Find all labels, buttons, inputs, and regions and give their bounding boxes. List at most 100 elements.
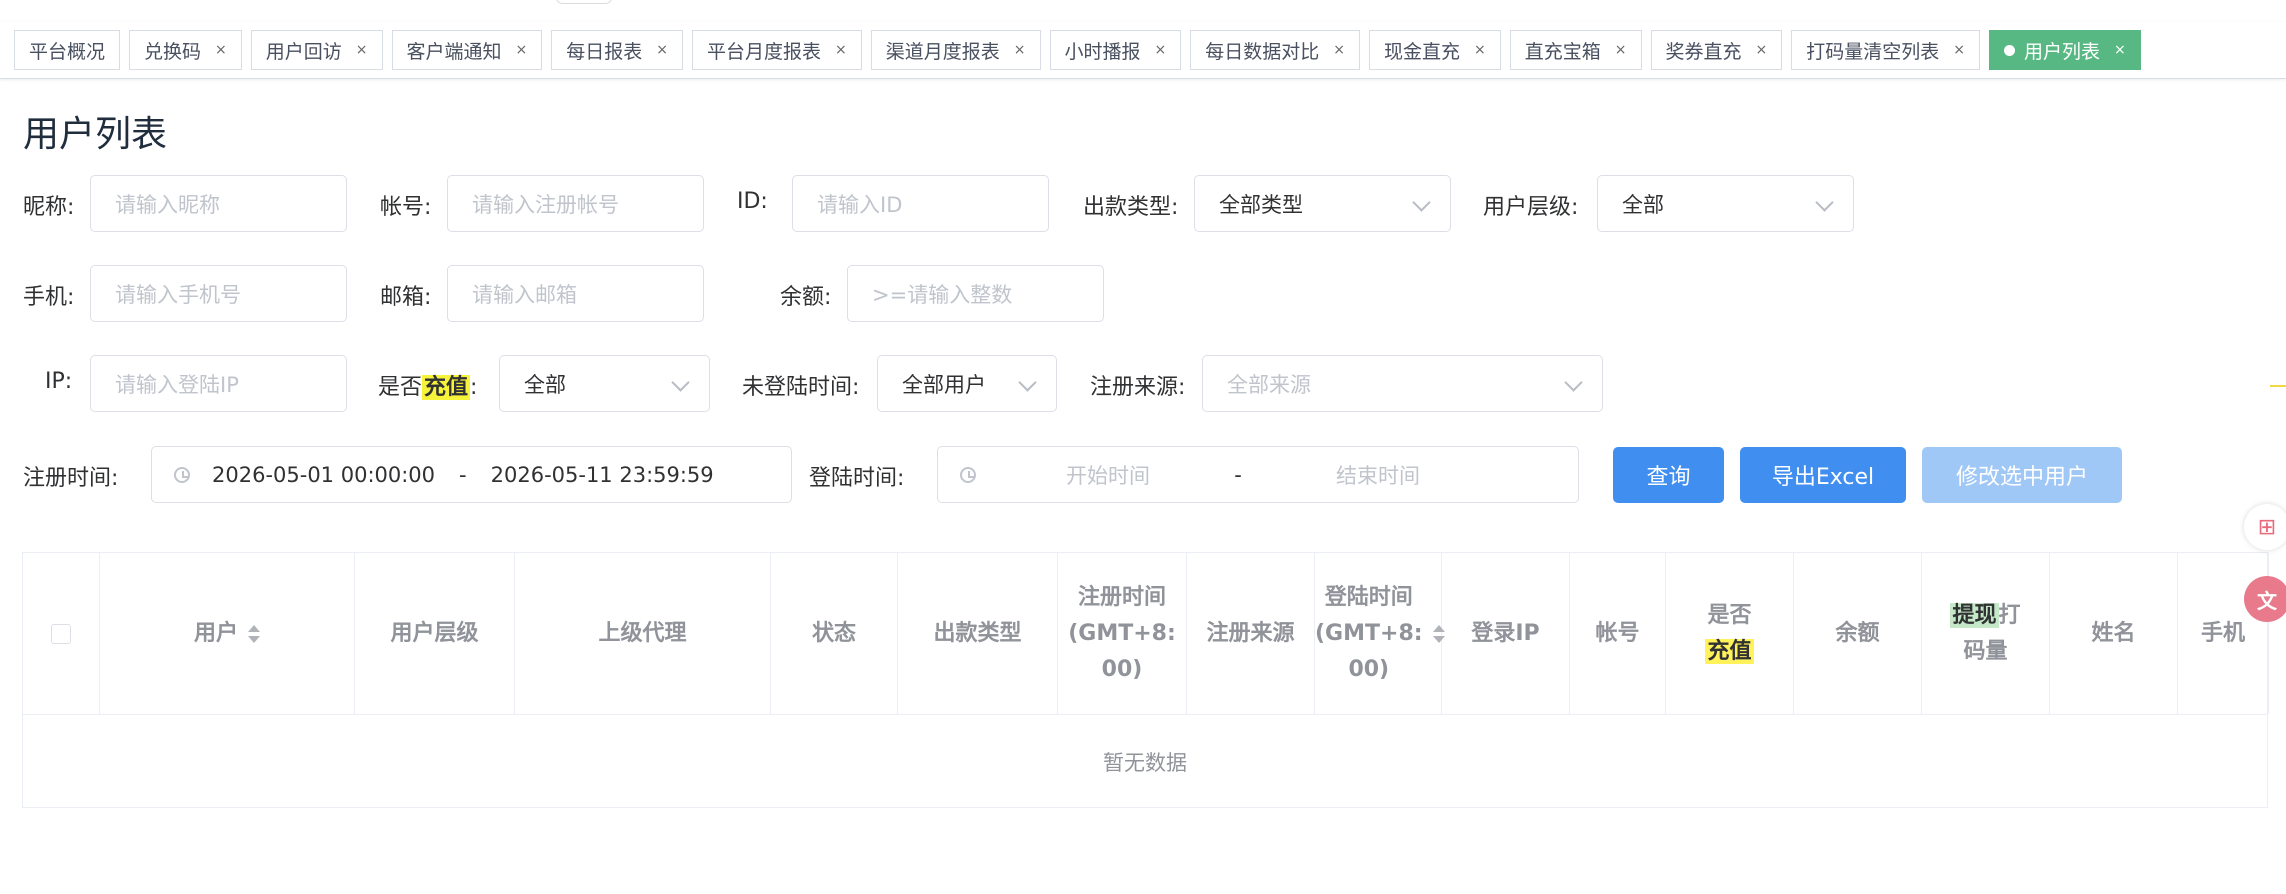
edge-marker (2270, 385, 2286, 387)
column-header-label: 登陆时间 (GMT+8: 00) (1315, 580, 1423, 688)
column-header-text: 姓名 (2091, 620, 2136, 646)
tab-tag[interactable]: 每日数据对比 × (1190, 30, 1361, 70)
column-header-label: 注册时间 (GMT+8: 00) (1068, 580, 1176, 688)
select-all-column (23, 553, 100, 714)
column-header-label: 提现打 码量 (1950, 598, 2021, 670)
tab-tag[interactable]: 平台月度报表 × (692, 30, 862, 70)
close-icon[interactable]: × (2114, 42, 2126, 58)
clock-icon (960, 466, 976, 483)
top-bar (0, 0, 2286, 23)
tab-tag[interactable]: 每日报表 × (551, 30, 684, 70)
account-label: 帐号: (380, 195, 432, 220)
column-header: 注册时间 (GMT+8: 00) (1058, 553, 1187, 714)
column-header-text: 帐号 (1595, 620, 1640, 646)
sort-caret-icon[interactable] (248, 624, 260, 643)
user-level-select[interactable]: 全部 (1597, 175, 1854, 232)
id-input[interactable]: 请输入ID (792, 175, 1049, 232)
tab-tag-label: 奖券直充 (1665, 40, 1742, 63)
user-table: 用户 用户层级 上级代理 状态 出款类型 注册时间 (GMT+8: 00) 注册来源 登陆时间… (22, 552, 2269, 808)
payout-type-select[interactable]: 全部类型 (1194, 175, 1451, 232)
column-header-label: 上级代理 (598, 616, 686, 652)
close-icon[interactable]: × (356, 42, 368, 58)
tab-tag[interactable]: 奖券直充 × (1650, 30, 1783, 70)
login-time-range[interactable]: 开始时间 - 结束时间 (937, 446, 1579, 503)
clock-icon (174, 466, 190, 483)
column-header-label: 出款类型 (933, 616, 1021, 652)
close-icon[interactable]: × (835, 42, 847, 58)
close-icon[interactable]: × (1155, 42, 1167, 58)
column-header-text: 余额 (1835, 620, 1880, 646)
column-header-text: 手机 (2200, 620, 2245, 646)
tab-tag[interactable]: 兑换码 × (129, 30, 242, 70)
close-icon[interactable]: × (656, 42, 668, 58)
recharged-label: 是否充值: (378, 375, 478, 400)
user-level-label: 用户层级: (1483, 195, 1579, 220)
chevron-down-icon (1815, 193, 1834, 212)
select-all-checkbox[interactable] (51, 623, 71, 644)
close-icon[interactable]: × (1474, 42, 1486, 58)
close-icon[interactable]: × (215, 42, 227, 58)
nickname-label: 昵称: (23, 195, 75, 220)
column-header: 是否 充值 (1666, 553, 1794, 714)
reg-time-range[interactable]: 2026-05-01 00:00:00 - 2026-05-11 23:59:5… (151, 446, 792, 503)
column-header-label: 状态 (812, 616, 856, 652)
close-icon[interactable]: × (516, 42, 528, 58)
column-header-text: 是否 (1707, 602, 1752, 628)
tab-tag[interactable]: 客户端通知 × (391, 30, 543, 70)
sort-caret-icon[interactable] (1432, 624, 1446, 643)
reg-source-select[interactable]: 全部来源 (1202, 355, 1603, 412)
tab-tag[interactable]: 小时播报 × (1049, 30, 1182, 70)
column-header: 帐号 (1570, 553, 1666, 714)
balance-label: 余额: (780, 285, 832, 310)
query-button[interactable]: 查询 (1613, 447, 1724, 503)
tab-tag-label: 渠道月度报表 (885, 40, 1000, 63)
tab-tag[interactable]: 用户列表 × (1989, 30, 2141, 70)
column-header-text: 注册来源 (1206, 620, 1295, 646)
export-excel-button[interactable]: 导出Excel (1740, 447, 1906, 503)
close-icon[interactable]: × (1333, 42, 1345, 58)
highlighted-text: 充值 (1705, 638, 1754, 664)
tab-tag[interactable]: 直充宝箱 × (1509, 30, 1642, 70)
close-icon[interactable]: × (1756, 42, 1768, 58)
balance-input[interactable]: >=请输入整数 (847, 265, 1104, 322)
empty-state: 暂无数据 (1103, 750, 1187, 775)
translate-icon[interactable]: 文 (2244, 576, 2286, 622)
tab-tag[interactable]: 打码量清空列表 × (1791, 30, 1981, 70)
tab-tag[interactable]: 用户回访 × (250, 30, 383, 70)
close-icon[interactable]: × (1953, 42, 1965, 58)
recharged-select[interactable]: 全部 (499, 355, 710, 412)
chevron-down-icon (1018, 373, 1037, 392)
reg-source-label: 注册来源: (1090, 375, 1186, 400)
tags-view-bar: 平台概况 兑换码 × 用户回访 × 客户端通知 × 每日报表 × 平台月度报表 × 渠道月度报表 × 小时… (0, 22, 2286, 79)
column-header-label: 帐号 (1595, 616, 1639, 652)
modify-selected-button[interactable]: 修改选中用户 (1922, 447, 2122, 503)
tab-tag[interactable]: 平台概况 (14, 30, 121, 70)
column-header[interactable]: 用户 (100, 553, 355, 714)
column-header: 提现打 码量 (1922, 553, 2050, 714)
column-header-text: 登录IP (1471, 620, 1540, 646)
phone-input[interactable]: 请输入手机号 (90, 265, 347, 322)
tab-tag[interactable]: 现金直充 × (1369, 30, 1501, 70)
close-icon[interactable]: × (1014, 42, 1026, 58)
column-header[interactable]: 登陆时间 (GMT+8: 00) (1315, 553, 1446, 714)
inactive-label: 未登陆时间: (742, 375, 860, 400)
chevron-down-icon (1412, 193, 1431, 212)
email-input[interactable]: 请输入邮箱 (447, 265, 704, 322)
column-header-label: 姓名 (2091, 616, 2135, 652)
column-header: 上级代理 (515, 553, 771, 714)
tab-tag[interactable]: 渠道月度报表 × (870, 30, 1041, 70)
app-grid-icon[interactable]: ⊞ (2244, 504, 2286, 550)
tab-tag-label: 用户回访 (265, 40, 342, 63)
nickname-input[interactable]: 请输入昵称 (90, 175, 347, 232)
top-handle[interactable] (555, 0, 613, 4)
tab-tag-label: 兑换码 (144, 40, 202, 63)
column-header-label: 余额 (1835, 616, 1879, 652)
column-header-label: 用户 (194, 616, 238, 652)
inactive-select[interactable]: 全部用户 (877, 355, 1057, 412)
account-input[interactable]: 请输入注册帐号 (447, 175, 704, 232)
id-label: ID: (737, 189, 768, 214)
login-time-label: 登陆时间: (809, 466, 905, 491)
close-icon[interactable]: × (1615, 42, 1627, 58)
ip-input[interactable]: 请输入登陆IP (90, 355, 347, 412)
column-header-label: 用户层级 (390, 616, 478, 652)
